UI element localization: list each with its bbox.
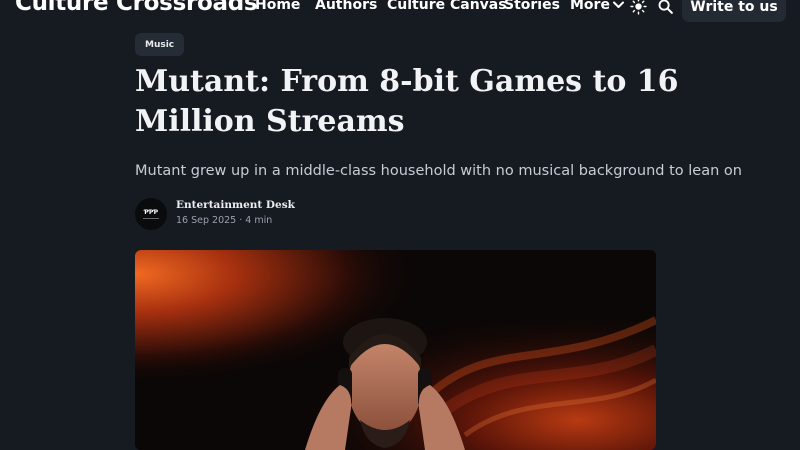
search-icon (658, 0, 673, 14)
article-subtitle: Mutant grew up in a middle-class househo… (135, 163, 742, 179)
article-title: Mutant: From 8-bit Games to 16 Million S… (135, 64, 679, 139)
theme-toggle-button[interactable] (630, 0, 647, 19)
nav-culture-canvas[interactable]: Culture Canvas (387, 0, 507, 13)
author-avatar[interactable]: ƤƤƤ (135, 198, 167, 230)
avatar-text: ƤƤƤ (143, 209, 159, 216)
top-navigation: Culture Crossroads Home Authors Culture … (0, 0, 800, 22)
article-meta: 16 Sep 2025 · 4 min (176, 215, 273, 226)
nav-stories[interactable]: Stories (504, 0, 560, 13)
nav-home[interactable]: Home (255, 0, 300, 13)
hero-image-illustration (135, 250, 656, 450)
nav-more-label: More (570, 0, 610, 13)
site-logo[interactable]: Culture Crossroads (15, 0, 258, 16)
avatar-divider (143, 218, 159, 219)
hero-image (135, 250, 656, 450)
category-badge[interactable]: Music (135, 33, 185, 56)
author-name[interactable]: Entertainment Desk (176, 199, 295, 211)
chevron-down-icon (612, 1, 624, 8)
search-button[interactable] (657, 0, 674, 19)
nav-authors[interactable]: Authors (315, 0, 377, 13)
write-to-us-button[interactable]: Write to us (682, 0, 786, 22)
nav-more-dropdown[interactable]: More (570, 0, 624, 13)
sun-icon (630, 0, 647, 15)
